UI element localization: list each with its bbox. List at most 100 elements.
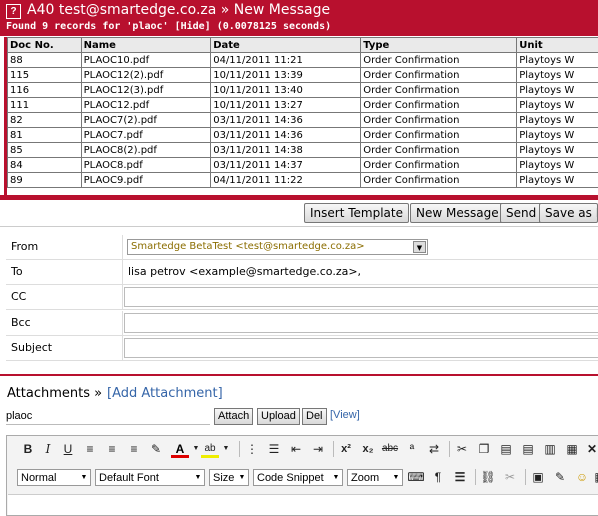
new-message-button[interactable]: New Message [410, 203, 505, 223]
cell-date: 03/11/2011 14:38 [211, 143, 361, 158]
view-link[interactable]: [View] [330, 409, 360, 421]
smiley-icon[interactable]: ☺ [573, 468, 591, 486]
bullet-list-icon[interactable]: ☰ [265, 440, 283, 458]
edit-image-icon[interactable]: ✎ [551, 468, 569, 486]
chevron-down-icon: ▼ [330, 470, 342, 485]
from-select[interactable]: Smartedge BetaTest <test@smartedge.co.za… [127, 239, 428, 255]
cell-doc-no: 116 [8, 83, 82, 98]
title-bar: ? A40 test@smartedge.co.za » New Message… [0, 0, 598, 36]
chevron-down-icon: ▼ [390, 470, 402, 485]
underline-button[interactable]: U [59, 440, 77, 458]
unlink-icon[interactable]: ✂ [501, 468, 519, 486]
table-icon[interactable]: ▦ [591, 468, 598, 486]
column-header-doc-no[interactable]: Doc No. [8, 38, 82, 53]
delete-button[interactable]: Del [302, 408, 327, 425]
editor-body[interactable] [8, 494, 598, 515]
column-header-unit[interactable]: Unit [517, 38, 598, 53]
table-header-row: Doc No. Name Date Type Unit [8, 38, 598, 53]
cell-date: 03/11/2011 14:36 [211, 128, 361, 143]
indent-icon[interactable]: ⇥ [309, 440, 327, 458]
format-select[interactable]: Normal▼ [17, 469, 91, 486]
table-row[interactable]: 115PLAOC12(2).pdf10/11/2011 13:39Order C… [8, 68, 598, 83]
paragraph-icon[interactable]: ¶ [429, 468, 447, 486]
send-button[interactable]: Send [500, 203, 542, 223]
code-snippet-select[interactable]: Code Snippet ▼ [253, 469, 343, 486]
column-header-date[interactable]: Date [211, 38, 361, 53]
cell-name: PLAOC9.pdf [81, 173, 211, 188]
link-icon[interactable]: ⛓ [479, 468, 497, 486]
rich-text-editor: B I U ≡ ≡ ≡ ✎ A ▼ ab ▼ ⋮ ☰ ⇤ ⇥ x² x₂ abc… [6, 435, 598, 516]
paste-icon[interactable]: ▤ [497, 440, 515, 458]
save-as-draft-button[interactable]: Save as D [539, 203, 598, 223]
font-select-value: Default Font [99, 472, 159, 484]
cell-type: Order Confirmation [361, 68, 517, 83]
font-select[interactable]: Default Font ▼ [95, 469, 205, 486]
uppercase-icon[interactable]: ª [403, 440, 421, 458]
help-icon[interactable]: ? [6, 4, 21, 19]
image-icon[interactable]: ▣ [529, 468, 547, 486]
size-select-value: Size [213, 472, 234, 484]
outdent-icon[interactable]: ⇤ [287, 440, 305, 458]
table-row[interactable]: 85PLAOC8(2).pdf03/11/2011 14:38Order Con… [8, 143, 598, 158]
cell-date: 04/11/2011 11:22 [211, 173, 361, 188]
chevron-down-icon: ▼ [192, 470, 204, 485]
paste-text-icon[interactable]: ▤ [519, 440, 537, 458]
strikethrough-button[interactable]: abc [381, 440, 399, 458]
search-result-summary: Found 9 records for 'plaoc' [Hide] (0.00… [6, 21, 331, 32]
cell-date: 10/11/2011 13:39 [211, 68, 361, 83]
subject-field[interactable] [124, 338, 598, 358]
table-row[interactable]: 84PLAOC8.pdf03/11/2011 14:37Order Confir… [8, 158, 598, 173]
subscript-button[interactable]: x₂ [359, 440, 377, 458]
attachment-search-input[interactable]: plaoc [6, 408, 210, 425]
size-select[interactable]: Size▼ [209, 469, 249, 486]
table-row[interactable]: 116PLAOC12(3).pdf10/11/2011 13:40Order C… [8, 83, 598, 98]
cell-type: Order Confirmation [361, 143, 517, 158]
table-row[interactable]: 81PLAOC7.pdf03/11/2011 14:36Order Confir… [8, 128, 598, 143]
editor-toolbar-row-2: Normal▼ Default Font▼ Size▼ Code Snippet… [11, 466, 598, 490]
superscript-button[interactable]: x² [337, 440, 355, 458]
add-attachment-link[interactable]: [Add Attachment] [107, 386, 223, 401]
copy-icon[interactable]: ❐ [475, 440, 493, 458]
attach-button[interactable]: Attach [214, 408, 253, 425]
table-row[interactable]: 111PLAOC12.pdf10/11/2011 13:27Order Conf… [8, 98, 598, 113]
cc-field[interactable] [124, 287, 598, 307]
cut-icon[interactable]: ✂ [453, 440, 471, 458]
italic-button[interactable]: I [39, 440, 57, 458]
code-snippet-select-value: Code Snippet [257, 472, 324, 484]
cell-date: 03/11/2011 14:37 [211, 158, 361, 173]
cell-type: Order Confirmation [361, 53, 517, 68]
spellcheck-icon[interactable]: ⌨ [407, 468, 425, 486]
cell-unit: Playtoys W [517, 158, 598, 173]
eraser-icon[interactable]: ✎ [147, 440, 165, 458]
to-field[interactable]: lisa petrov <example@smartedge.co.za>, [128, 265, 361, 278]
horizontal-rule-icon[interactable]: ☰ [451, 468, 469, 486]
align-left-icon[interactable]: ≡ [81, 440, 99, 458]
cell-name: PLAOC12.pdf [81, 98, 211, 113]
column-header-type[interactable]: Type [361, 38, 517, 53]
chevron-down-icon[interactable]: ▼ [413, 241, 426, 253]
numbered-list-icon[interactable]: ⋮ [243, 440, 261, 458]
cell-name: PLAOC8.pdf [81, 158, 211, 173]
paste-word-icon[interactable]: ▥ [541, 440, 559, 458]
find-replace-icon[interactable]: ⇄ [425, 440, 443, 458]
cell-unit: Playtoys W [517, 83, 598, 98]
align-center-icon[interactable]: ≡ [103, 440, 121, 458]
close-icon[interactable]: ✕ [583, 440, 598, 458]
cell-doc-no: 85 [8, 143, 82, 158]
table-row[interactable]: 88PLAOC10.pdf04/11/2011 11:21Order Confi… [8, 53, 598, 68]
bcc-field[interactable] [124, 313, 598, 333]
upload-button[interactable]: Upload [257, 408, 300, 425]
zoom-select[interactable]: Zoom▼ [347, 469, 403, 486]
to-label: To [11, 265, 23, 278]
cell-date: 10/11/2011 13:27 [211, 98, 361, 113]
table-row[interactable]: 89PLAOC9.pdf04/11/2011 11:22Order Confir… [8, 173, 598, 188]
align-right-icon[interactable]: ≡ [125, 440, 143, 458]
table-row[interactable]: 82PLAOC7(2).pdf03/11/2011 14:36Order Con… [8, 113, 598, 128]
chevron-down-icon[interactable]: ▼ [217, 440, 235, 458]
column-header-name[interactable]: Name [81, 38, 211, 53]
subject-row: Subject [6, 336, 598, 361]
bold-button[interactable]: B [19, 440, 37, 458]
paste-html-icon[interactable]: ▦ [563, 440, 581, 458]
cell-type: Order Confirmation [361, 173, 517, 188]
insert-template-button[interactable]: Insert Template [304, 203, 409, 223]
